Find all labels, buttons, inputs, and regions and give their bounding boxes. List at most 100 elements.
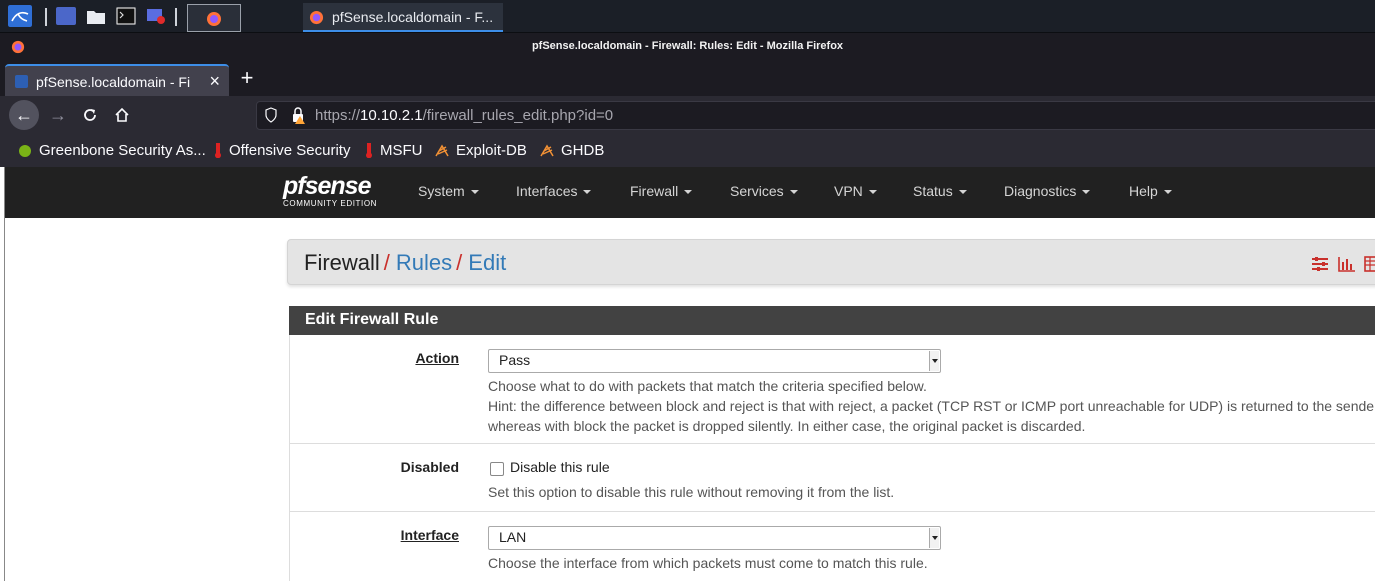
taskbar-separator (175, 8, 177, 26)
offsec-icon (215, 143, 221, 158)
menu-diagnostics[interactable]: Diagnostics (1004, 183, 1091, 199)
breadcrumb-firewall: Firewall (304, 250, 380, 275)
panel-heading: Edit Firewall Rule (289, 306, 1375, 335)
back-button[interactable]: ← (9, 100, 39, 130)
menu-label: VPN (834, 183, 863, 199)
breadcrumb-separator: / (456, 250, 463, 275)
menu-label: Diagnostics (1004, 183, 1077, 199)
log-table-icon[interactable] (1364, 256, 1375, 272)
url-bar[interactable]: https://10.10.2.1/firewall_rules_edit.ph… (256, 101, 1375, 130)
bookmark-ghdb[interactable]: GHDB (539, 142, 604, 159)
form-row-disabled: Disabled Disable this rule Set this opti… (290, 444, 1375, 512)
caret-down-icon (583, 190, 592, 195)
new-tab-button[interactable]: + (236, 65, 258, 91)
menu-label: Help (1129, 183, 1158, 199)
action-help-text: Choose what to do with packets that matc… (488, 376, 1375, 436)
url-text[interactable]: https://10.10.2.1/firewall_rules_edit.ph… (315, 107, 613, 124)
menu-help[interactable]: Help (1129, 183, 1172, 199)
bookmark-exploit-db[interactable]: Exploit-DB (434, 142, 527, 159)
bar-chart-icon[interactable] (1338, 256, 1356, 272)
breadcrumb-edit-link[interactable]: Edit (468, 250, 506, 275)
taskbar-window-button[interactable]: pfSense.localdomain - F... (303, 3, 503, 32)
tab-strip: pfSense.localdomain - Fi × + (0, 61, 1375, 96)
pfsense-navbar: pfsense COMMUNITY EDITION System Interfa… (5, 167, 1375, 218)
greenbone-icon (19, 145, 31, 157)
sliders-icon[interactable] (1311, 256, 1329, 272)
help-line: whereas with block the packet is dropped… (488, 418, 1086, 434)
menu-services[interactable]: Services (730, 183, 798, 199)
caret-down-icon (868, 190, 877, 195)
menu-status[interactable]: Status (913, 183, 967, 199)
caret-down-icon (789, 190, 798, 195)
url-prefix: https:// (315, 107, 361, 124)
os-taskbar: pfSense.localdomain - F... (0, 0, 1375, 33)
file-manager-icon[interactable] (86, 7, 106, 25)
navigation-bar: ← → https://10.10.2.1/firewall_rules_edi… (0, 96, 1375, 134)
firefox-icon (309, 10, 324, 25)
taskbar-window-title: pfSense.localdomain - F... (332, 9, 494, 25)
logo-subtitle: COMMUNITY EDITION (283, 199, 378, 208)
dropdown-arrow-icon (929, 528, 939, 548)
menu-vpn[interactable]: VPN (834, 183, 877, 199)
offsec-icon (366, 143, 372, 158)
menu-interfaces[interactable]: Interfaces (516, 183, 592, 199)
bookmark-label: Offensive Security (229, 142, 351, 159)
caret-down-icon (1082, 190, 1091, 195)
interface-select-value: LAN (499, 529, 527, 545)
shield-icon[interactable] (265, 107, 277, 123)
tab-title: pfSense.localdomain - Fi (36, 74, 191, 90)
close-tab-icon[interactable]: × (209, 71, 220, 92)
menu-system[interactable]: System (418, 183, 479, 199)
window-titlebar: pfSense.localdomain - Firewall: Rules: E… (0, 33, 1375, 61)
pfsense-favicon-icon (15, 75, 28, 88)
firewall-rule-form: Action Pass Choose what to do with packe… (289, 335, 1375, 581)
home-button[interactable] (107, 100, 137, 130)
bookmark-greenbone[interactable]: Greenbone Security As... (18, 142, 206, 159)
terminal-icon[interactable] (116, 7, 136, 25)
insecure-lock-icon[interactable] (291, 106, 305, 124)
form-row-action: Action Pass Choose what to do with packe… (290, 335, 1375, 444)
breadcrumb-separator: / (383, 250, 390, 275)
menu-label: Interfaces (516, 183, 578, 199)
menu-label: System (418, 183, 465, 199)
bookmark-label: MSFU (380, 142, 423, 159)
screen-recorder-icon[interactable] (146, 7, 166, 25)
exploit-db-icon (435, 144, 449, 157)
breadcrumb: Firewall / Rules / Edit (304, 250, 506, 276)
disabled-help-text: Set this option to disable this rule wit… (488, 484, 895, 500)
url-path: /firewall_rules_edit.php?id=0 (422, 107, 614, 124)
caret-down-icon (1163, 190, 1172, 195)
pfsense-logo[interactable]: pfsense COMMUNITY EDITION (283, 173, 377, 209)
forward-button[interactable]: → (43, 100, 73, 130)
dropdown-arrow-icon (929, 351, 939, 371)
disable-rule-checkbox[interactable] (490, 462, 504, 476)
form-row-interface: Interface LAN Choose the interface from … (290, 512, 1375, 581)
action-label: Action (415, 350, 459, 366)
bookmark-offensive-security[interactable]: Offensive Security (213, 142, 350, 159)
bookmarks-toolbar: Greenbone Security As... Offensive Secur… (0, 134, 1375, 167)
menu-label: Status (913, 183, 953, 199)
bookmark-msfu[interactable]: MSFU (364, 142, 423, 159)
reload-icon (84, 109, 96, 121)
menu-label: Services (730, 183, 784, 199)
bookmark-label: Exploit-DB (456, 142, 527, 159)
menu-label: Firewall (630, 183, 679, 199)
taskbar-separator (45, 8, 47, 26)
logo-word: pfsense (283, 172, 371, 200)
firefox-icon (207, 12, 221, 26)
menu-firewall[interactable]: Firewall (630, 183, 693, 199)
bookmark-label: GHDB (561, 142, 605, 159)
bookmark-label: Greenbone Security As... (39, 142, 206, 159)
reload-button[interactable] (75, 100, 105, 130)
interface-select[interactable]: LAN (488, 526, 941, 550)
breadcrumb-rules-link[interactable]: Rules (396, 250, 452, 275)
workspace-icon[interactable] (56, 7, 76, 25)
disable-rule-checkbox-label[interactable]: Disable this rule (510, 459, 610, 475)
browser-tab[interactable]: pfSense.localdomain - Fi × (5, 64, 229, 96)
interface-label: Interface (400, 527, 459, 543)
help-line: Hint: the difference between block and r… (488, 398, 1375, 414)
kali-menu-icon[interactable] (8, 5, 32, 27)
window-title: pfSense.localdomain - Firewall: Rules: E… (531, 40, 844, 52)
action-select[interactable]: Pass (488, 349, 941, 373)
taskbar-firefox-launcher[interactable] (187, 4, 241, 32)
